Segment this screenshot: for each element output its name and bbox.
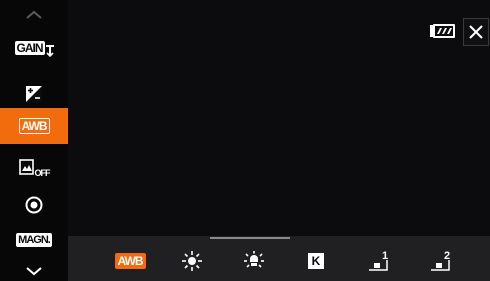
picture-style-off-icon bbox=[18, 159, 34, 175]
magnification-label: MAGN. bbox=[16, 233, 52, 247]
wb-option-daylight[interactable] bbox=[174, 243, 210, 279]
wb-option-custom-2[interactable]: 2 bbox=[422, 243, 458, 279]
kelvin-icon: K bbox=[308, 253, 324, 269]
sidebar: GAIN AWB OFF MAGN. bbox=[0, 0, 68, 281]
tungsten-light-icon bbox=[244, 251, 264, 268]
focus-button[interactable] bbox=[0, 187, 68, 223]
battery-icon bbox=[430, 24, 456, 43]
auto-white-balance-icon: AWB bbox=[114, 253, 146, 269]
exposure-compensation-button[interactable] bbox=[0, 76, 68, 112]
wb-option-tungsten[interactable] bbox=[236, 243, 272, 279]
daylight-icon bbox=[182, 251, 202, 271]
gain-down-icon bbox=[45, 45, 54, 57]
white-balance-button[interactable]: AWB bbox=[0, 108, 68, 144]
scroll-indicator bbox=[210, 237, 290, 239]
wb-option-custom-1[interactable]: 1 bbox=[360, 243, 396, 279]
scroll-down-icon[interactable] bbox=[0, 264, 68, 278]
custom-wb-2-label: 2 bbox=[443, 250, 451, 262]
focus-icon bbox=[25, 196, 43, 214]
wb-option-kelvin[interactable]: K bbox=[298, 243, 334, 279]
picture-style-off-label: OFF bbox=[34, 168, 51, 178]
picture-style-button[interactable]: OFF bbox=[0, 150, 68, 186]
close-button[interactable] bbox=[463, 18, 489, 46]
gain-button[interactable]: GAIN bbox=[0, 30, 68, 66]
close-icon bbox=[469, 25, 483, 39]
scroll-up-icon[interactable] bbox=[0, 8, 68, 22]
magnification-button[interactable]: MAGN. bbox=[0, 222, 68, 258]
gain-label: GAIN bbox=[14, 41, 45, 55]
exposure-compensation-icon bbox=[26, 86, 42, 102]
white-balance-icon: AWB bbox=[18, 118, 50, 134]
custom-wb-1-label: 1 bbox=[381, 250, 389, 262]
wb-option-auto[interactable]: AWB bbox=[112, 243, 148, 279]
